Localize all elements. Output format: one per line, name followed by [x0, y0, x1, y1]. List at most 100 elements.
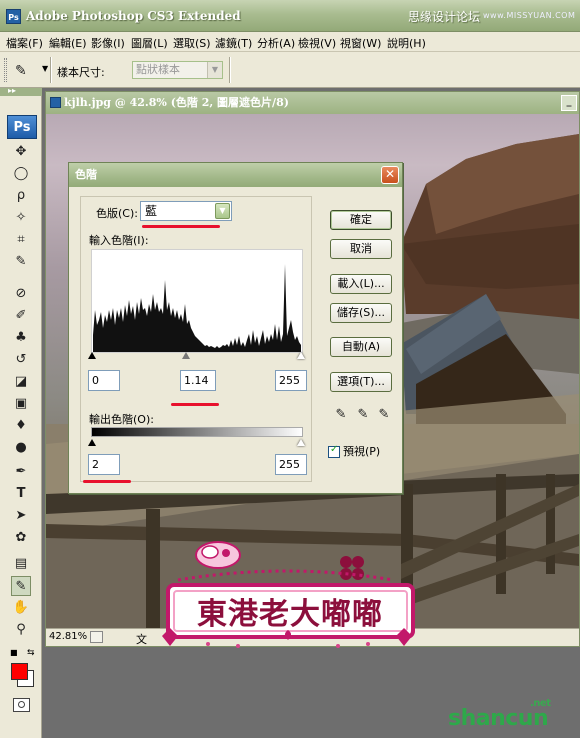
auto-button[interactable]: 自動(A)	[330, 337, 392, 357]
levels-dialog-title-bar[interactable]: 色階 ✕	[69, 163, 402, 187]
options-separator	[229, 57, 231, 83]
minimize-icon[interactable]: _	[561, 95, 577, 111]
app-title-bar: Ps Adobe Photoshop CS3 Extended 思缘设计论坛 w…	[0, 0, 580, 32]
annotation-underline	[171, 403, 219, 406]
status-preview-icon[interactable]	[90, 631, 103, 643]
options-button[interactable]: 選項(T)...	[330, 372, 392, 392]
eraser-tool-icon[interactable]: ◪	[11, 372, 31, 392]
menu-file[interactable]: 檔案(F)	[6, 35, 43, 51]
gray-point-eyedropper-icon[interactable]: ✎	[356, 407, 370, 425]
menu-edit[interactable]: 編輯(E)	[49, 35, 87, 51]
document-title: kjlh.jpg @ 42.8% (色階 2, 圖層遮色片/8)	[64, 96, 289, 109]
cancel-button[interactable]: 取消	[330, 239, 392, 259]
black-point-eyedropper-icon[interactable]: ✎	[334, 407, 348, 425]
menu-filter[interactable]: 濾鏡(T)	[215, 35, 252, 51]
options-bar-grip[interactable]	[4, 58, 7, 82]
crop-tool-icon[interactable]: ⌗	[11, 230, 31, 250]
input-black-field[interactable]: 0	[88, 370, 120, 391]
chevron-down-icon: ▼	[207, 62, 222, 78]
output-gradient-bar	[91, 427, 303, 437]
hand-tool-icon[interactable]: ✋	[11, 598, 31, 618]
move-tool-icon[interactable]: ✥	[11, 142, 31, 162]
annotation-underline	[142, 225, 220, 228]
output-black-field[interactable]: 2	[88, 454, 120, 475]
preview-label: 預視(P)	[343, 445, 381, 458]
menu-help[interactable]: 說明(H)	[387, 35, 426, 51]
sample-size-select[interactable]: 點狀樣本 ▼	[132, 61, 223, 79]
save-button[interactable]: 儲存(S)...	[330, 303, 392, 323]
input-white-slider[interactable]	[297, 352, 305, 359]
sample-size-label: 樣本尺寸:	[57, 66, 105, 79]
preview-checkbox[interactable]: 預視(P)	[328, 443, 380, 459]
white-point-eyedropper-icon[interactable]: ✎	[377, 407, 391, 425]
input-gamma-slider[interactable]	[182, 352, 190, 359]
zoom-tool-icon[interactable]: ⚲	[11, 620, 31, 640]
site-watermark-text: shancun	[448, 706, 549, 731]
photoshop-app-icon: Ps	[6, 9, 21, 24]
ok-button[interactable]: 確定	[330, 210, 392, 230]
channel-select[interactable]: 藍 ▼	[140, 201, 232, 221]
site-watermark-suffix: .net	[530, 698, 551, 709]
menu-analysis[interactable]: 分析(A)	[257, 35, 295, 51]
options-separator	[50, 57, 52, 83]
type-tool-icon[interactable]: T	[11, 484, 31, 504]
collapse-icon[interactable]: ▸▸	[8, 86, 16, 95]
marquee-tool-icon[interactable]: ◯	[11, 164, 31, 184]
magic-wand-icon[interactable]: ✧	[11, 208, 31, 228]
menu-select[interactable]: 選取(S)	[173, 35, 211, 51]
tools-panel: ▸▸ Ps ✥ ◯ ρ ✧ ⌗ ✎ ⊘ ✐ ♣ ↺ ◪ ▣ ♦ ● ✒ T ➤ …	[0, 86, 42, 738]
channel-label: 色版(C):	[96, 207, 138, 220]
menu-image[interactable]: 影像(I)	[91, 35, 125, 51]
pen-tool-icon[interactable]: ✒	[11, 462, 31, 482]
input-black-slider[interactable]	[88, 352, 96, 359]
default-colors-icon[interactable]: ■	[10, 648, 18, 657]
foreground-color-swatch[interactable]	[11, 663, 28, 680]
eyedropper-active-icon[interactable]: ✎	[11, 576, 31, 596]
site-watermark: shancun .net	[448, 698, 551, 731]
menu-layer[interactable]: 圖層(L)	[131, 35, 168, 51]
ps-logo[interactable]: Ps	[7, 115, 37, 139]
document-title-bar[interactable]: kjlh.jpg @ 42.8% (色階 2, 圖層遮色片/8) _	[46, 92, 579, 114]
path-selection-icon[interactable]: ➤	[11, 506, 31, 526]
notes-tool-icon[interactable]: ▤	[11, 554, 31, 574]
blur-tool-icon[interactable]: ♦	[11, 416, 31, 436]
dialog-title: 色階	[75, 168, 97, 181]
logo-graphic: 東港老大嘟嘟	[162, 541, 415, 648]
load-button[interactable]: 載入(L)...	[330, 274, 392, 294]
brush-tool-icon[interactable]: ✐	[11, 306, 31, 326]
dodge-tool-icon[interactable]: ●	[11, 438, 31, 458]
histogram	[91, 249, 303, 353]
lasso-tool-icon[interactable]: ρ	[11, 186, 31, 206]
gradient-tool-icon[interactable]: ▣	[11, 394, 31, 414]
document-icon	[50, 97, 61, 108]
swap-colors-icon[interactable]: ⇆	[27, 648, 35, 658]
output-black-slider[interactable]	[88, 439, 96, 446]
menu-view[interactable]: 檢視(V)	[298, 35, 336, 51]
chevron-down-icon: ▼	[215, 203, 230, 219]
output-white-field[interactable]: 255	[275, 454, 307, 475]
menu-bar: 檔案(F) 編輯(E) 影像(I) 圖層(L) 選取(S) 濾鏡(T) 分析(A…	[0, 32, 580, 52]
logo-text: 東港老大嘟嘟	[197, 597, 383, 632]
histogram-graph	[93, 264, 301, 352]
eyedropper-tool-icon[interactable]: ✎	[11, 252, 31, 272]
menu-window[interactable]: 視窗(W)	[340, 35, 381, 51]
shape-tool-icon[interactable]: ✿	[11, 528, 31, 548]
input-white-field[interactable]: 255	[275, 370, 307, 391]
history-brush-icon[interactable]: ↺	[11, 350, 31, 370]
sample-size-value: 點狀樣本	[136, 63, 180, 76]
eyedropper-icon[interactable]: ✎	[15, 63, 27, 79]
tools-panel-header[interactable]: ▸▸	[0, 86, 42, 96]
channel-value: 藍	[145, 204, 158, 218]
checkbox-check-icon[interactable]	[328, 444, 340, 458]
close-icon[interactable]: ✕	[381, 166, 399, 184]
healing-brush-icon[interactable]: ⊘	[11, 284, 31, 304]
input-levels-label: 輸入色階(I):	[89, 234, 149, 247]
input-gamma-field[interactable]: 1.14	[180, 370, 216, 391]
output-white-slider[interactable]	[297, 439, 305, 446]
clone-stamp-icon[interactable]: ♣	[11, 328, 31, 348]
zoom-level[interactable]: 42.81%	[49, 631, 87, 642]
levels-dialog: 色階 ✕ 色版(C): 藍 ▼ 輸入色階(I): 0 1.14 255 輸出色階…	[68, 162, 403, 494]
quick-mask-icon[interactable]	[13, 698, 30, 712]
annotation-underline	[83, 480, 131, 483]
document-info[interactable]: 文	[136, 631, 147, 647]
